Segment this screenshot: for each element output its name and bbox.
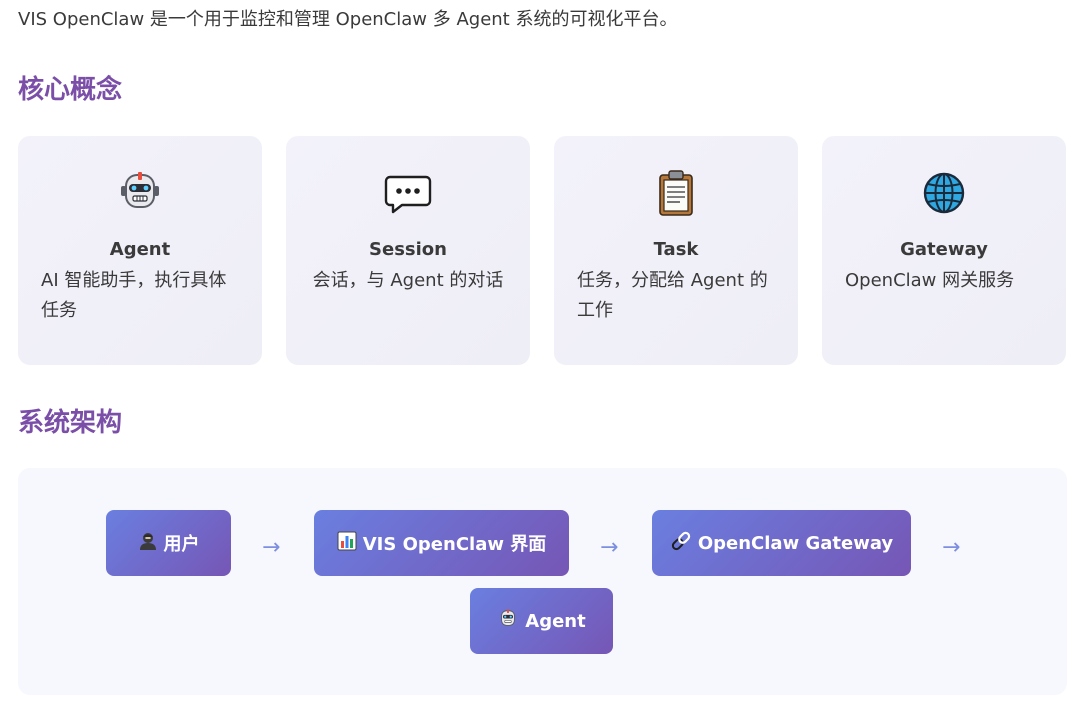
globe-icon	[822, 169, 1066, 217]
architecture-diagram: 用户 → VIS OpenClaw 界面 → OpenClaw Gateway …	[18, 468, 1067, 695]
concept-desc: AI 智能助手，执行具体任务	[41, 270, 227, 321]
concept-card-task: Task 任务，分配给 Agent 的工作	[554, 136, 798, 365]
robot-icon	[18, 169, 262, 217]
arch-node-label: OpenClaw Gateway	[697, 532, 894, 554]
user-icon	[138, 531, 158, 556]
arch-node-vis-openclaw-ui: VIS OpenClaw 界面	[314, 510, 569, 576]
flow-arrow: →	[600, 535, 619, 560]
speech-bubble-icon	[286, 169, 530, 217]
arch-node-openclaw-gateway: OpenClaw Gateway	[652, 510, 911, 576]
section-title-core-concepts: 核心概念	[18, 75, 123, 105]
concept-card-gateway: Gateway OpenClaw 网关服务	[822, 136, 1066, 365]
concept-cards: Agent AI 智能助手，执行具体任务 Session 会话，与 Agent …	[18, 136, 1067, 365]
concept-title: Agent	[109, 239, 171, 260]
concept-title: Session	[369, 239, 447, 260]
clipboard-icon	[554, 169, 798, 217]
concept-desc: 会话，与 Agent 的对话	[312, 270, 504, 291]
concept-card-session: Session 会话，与 Agent 的对话	[286, 136, 530, 365]
flow-arrow: →	[262, 535, 281, 560]
concept-desc: OpenClaw 网关服务	[845, 270, 1015, 291]
arch-node-user: 用户	[106, 510, 231, 576]
intro-text: VIS OpenClaw 是一个用于监控和管理 OpenClaw 多 Agent…	[18, 9, 678, 30]
concept-title: Task	[653, 239, 699, 260]
link-icon	[670, 530, 692, 557]
arch-node-agent: Agent	[470, 588, 613, 654]
arch-node-label: VIS OpenClaw 界面	[362, 534, 547, 555]
robot-icon	[497, 608, 519, 635]
section-title-architecture: 系统架构	[18, 408, 123, 438]
concept-desc: 任务，分配给 Agent 的工作	[577, 270, 768, 321]
concept-card-agent: Agent AI 智能助手，执行具体任务	[18, 136, 262, 365]
concept-title: Gateway	[900, 239, 988, 260]
bar-chart-icon	[337, 531, 357, 556]
arch-node-label: Agent	[525, 610, 586, 632]
arch-node-label: 用户	[163, 534, 200, 555]
flow-arrow: →	[942, 535, 961, 560]
